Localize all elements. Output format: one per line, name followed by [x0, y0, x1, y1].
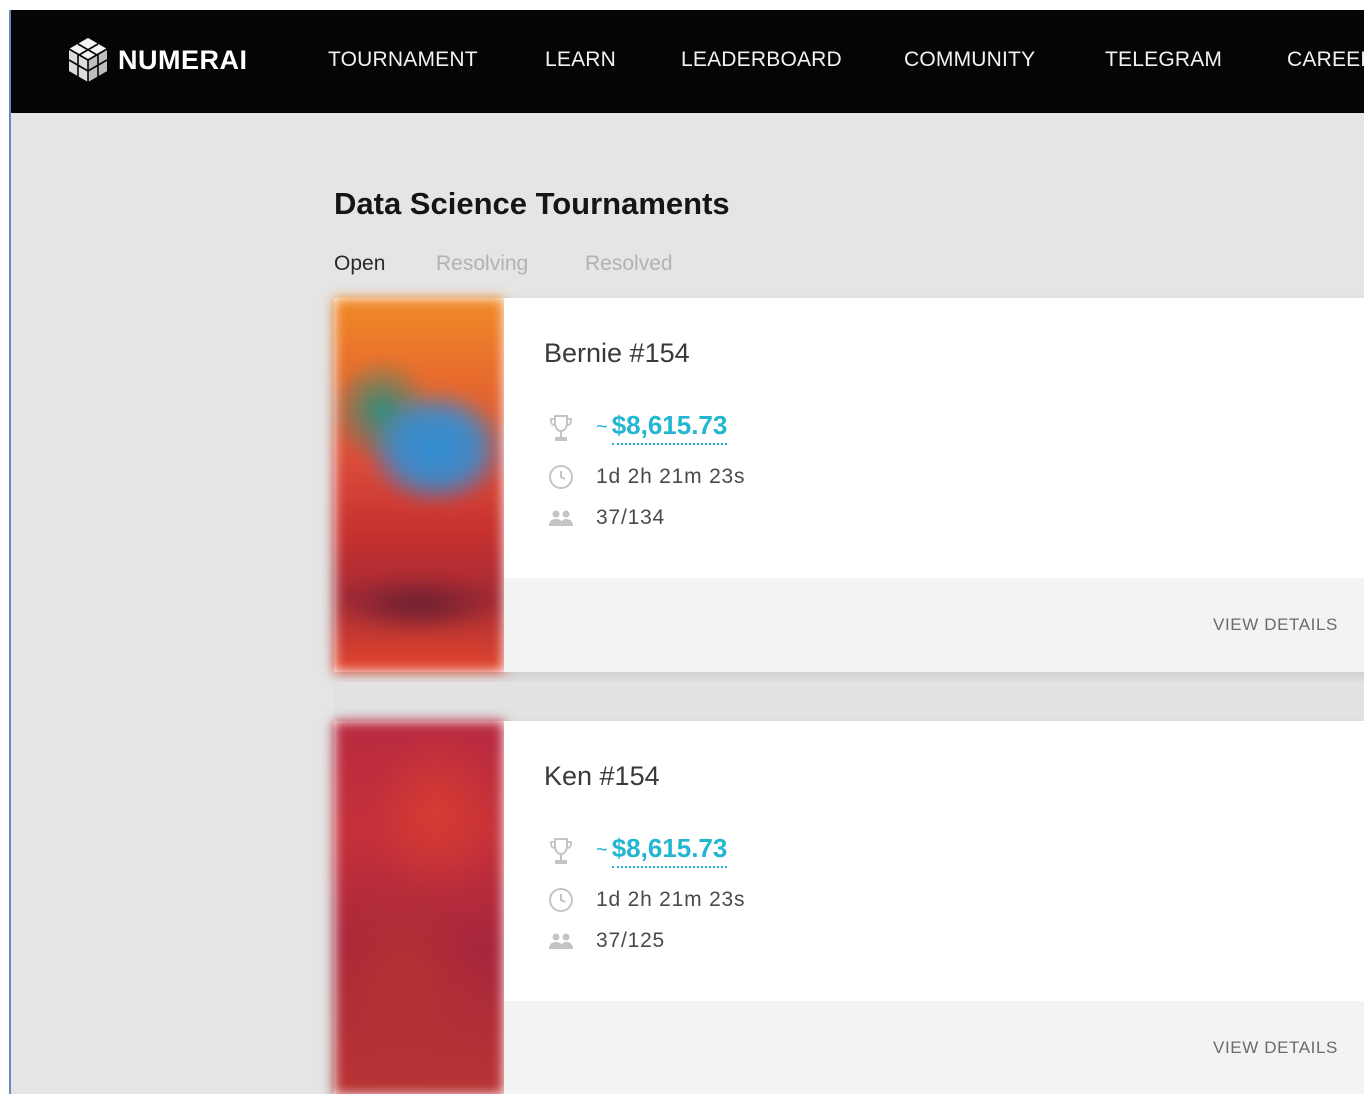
time-remaining: 1d 2h 21m 23s [596, 465, 746, 488]
participant-count: 37/125 [596, 929, 666, 952]
trophy-icon [546, 836, 576, 866]
tournament-card[interactable]: Ken #154 ~ $8,615.73 1d 2h 21m 23s 37/12… [334, 721, 1364, 1094]
card-divider [334, 682, 1364, 722]
participants-row: 37/125 [546, 926, 665, 956]
nav-item-telegram[interactable]: TELEGRAM [1105, 48, 1222, 72]
tab-resolved[interactable]: Resolved [585, 252, 673, 276]
prize-amount[interactable]: $8,615.73 [611, 410, 728, 445]
nav-item-learn[interactable]: LEARN [545, 48, 616, 72]
brand-name: NUMERAI [118, 44, 248, 75]
page-title: Data Science Tournaments [334, 186, 730, 221]
nav-item-career[interactable]: CAREER [1287, 48, 1364, 72]
nav-item-leaderboard[interactable]: LEADERBOARD [681, 48, 842, 72]
people-icon [546, 503, 576, 533]
nav-item-tournament[interactable]: TOURNAMENT [328, 48, 478, 72]
tab-open[interactable]: Open [334, 252, 385, 276]
tournament-image [334, 721, 504, 1094]
tab-resolving[interactable]: Resolving [436, 252, 528, 276]
time-remaining: 1d 2h 21m 23s [596, 888, 746, 911]
participant-count: 37/134 [596, 506, 666, 529]
tournament-image [334, 298, 504, 672]
prize-row: ~ $8,615.73 [546, 833, 728, 868]
prize-row: ~ $8,615.73 [546, 410, 728, 445]
clock-icon [546, 885, 576, 915]
tournament-name: Ken #154 [544, 761, 660, 791]
brand-logo[interactable]: NUMERAI [66, 34, 248, 86]
time-row: 1d 2h 21m 23s [546, 462, 745, 492]
tournament-card-footer: VIEW DETAILS [504, 578, 1364, 672]
prize-amount[interactable]: $8,615.73 [611, 833, 728, 868]
prize-approx-marker: ~ [596, 416, 608, 438]
app-frame: NUMERAI TOURNAMENT LEARN LEADERBOARD COM… [9, 10, 1364, 1094]
view-details-button[interactable]: VIEW DETAILS [1213, 615, 1338, 635]
time-row: 1d 2h 21m 23s [546, 885, 745, 915]
numerai-logo-icon [68, 38, 108, 82]
tournament-name: Bernie #154 [544, 338, 690, 368]
prize-approx-marker: ~ [596, 839, 608, 861]
tournament-card-body: Bernie #154 ~ $8,615.73 1d 2h 21m 23s 37… [504, 298, 1364, 578]
view-details-button[interactable]: VIEW DETAILS [1213, 1038, 1338, 1058]
top-nav: NUMERAI TOURNAMENT LEARN LEADERBOARD COM… [11, 10, 1364, 113]
people-icon [546, 926, 576, 956]
nav-item-community[interactable]: COMMUNITY [904, 48, 1035, 72]
tournament-card[interactable]: Bernie #154 ~ $8,615.73 1d 2h 21m 23s 37… [334, 298, 1364, 672]
tournament-card-body: Ken #154 ~ $8,615.73 1d 2h 21m 23s 37/12… [504, 721, 1364, 1001]
participants-row: 37/134 [546, 503, 665, 533]
tournament-card-footer: VIEW DETAILS [504, 1001, 1364, 1094]
clock-icon [546, 462, 576, 492]
trophy-icon [546, 413, 576, 443]
